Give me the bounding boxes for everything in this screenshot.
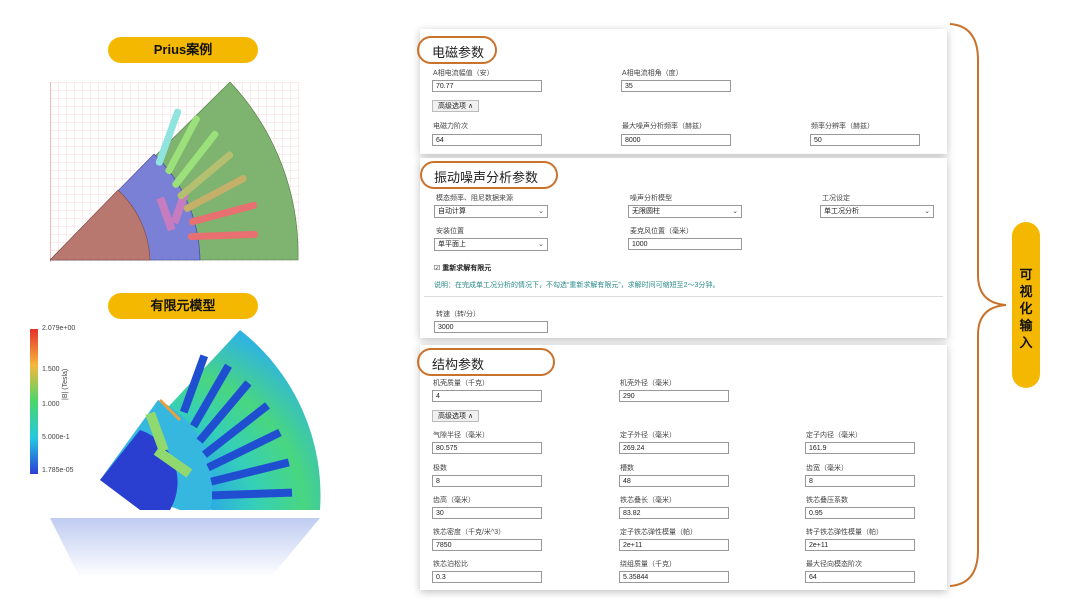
field-label: 工况设定 xyxy=(822,195,850,202)
fem-reflection xyxy=(50,518,320,578)
color-bar xyxy=(30,329,38,474)
speed-input[interactable]: 3000 xyxy=(434,321,548,333)
current-amplitude-input[interactable]: 70.77 xyxy=(432,80,542,92)
condition-select[interactable]: 单工况分析 ⌄ xyxy=(820,205,934,218)
field-label: 槽数 xyxy=(620,465,634,472)
field-label: 电磁力阶次 xyxy=(433,123,468,130)
force-order-input[interactable]: 64 xyxy=(432,134,542,146)
colorbar-tick: 1.500 xyxy=(42,366,60,373)
struct-input[interactable]: 7850 xyxy=(432,539,542,551)
struct-input[interactable]: 5.35844 xyxy=(619,571,729,583)
field-label: 气隙半径（毫米） xyxy=(433,432,489,439)
field-label: 铁芯密度（千克/米^3） xyxy=(433,529,506,536)
field-label: 麦克风位置（毫米） xyxy=(630,228,693,235)
current-phase-input[interactable]: 35 xyxy=(621,80,731,92)
vib-title: 振动噪声分析参数 xyxy=(434,170,539,185)
field-label: 最大径向模态阶次 xyxy=(806,561,862,568)
field-label: 安装位置 xyxy=(436,228,464,235)
field-label: 转速（转/分） xyxy=(436,311,480,318)
struct-input[interactable]: 48 xyxy=(619,475,729,487)
field-label: 齿宽（毫米） xyxy=(806,465,848,472)
housing-mass-input[interactable]: 4 xyxy=(432,390,542,402)
struct-input[interactable]: 30 xyxy=(432,507,542,519)
chevron-down-icon: ⌄ xyxy=(538,208,544,215)
struct-input[interactable]: 80.575 xyxy=(432,442,542,454)
max-noise-freq-input[interactable]: 8000 xyxy=(621,134,731,146)
modal-source-select[interactable]: 自动计算 ⌄ xyxy=(434,205,548,218)
divider xyxy=(424,296,943,297)
prius-label: Prius案例 xyxy=(108,37,258,63)
right-brace xyxy=(949,23,1007,587)
chevron-down-icon: ⌄ xyxy=(732,208,738,215)
struct-input[interactable]: 8 xyxy=(432,475,542,487)
mic-position-input[interactable]: 1000 xyxy=(628,238,742,250)
colorbar-tick: 1.000 xyxy=(42,401,60,408)
field-label: 铁芯泊松比 xyxy=(433,561,468,568)
housing-od-input[interactable]: 290 xyxy=(619,390,729,402)
struct-input[interactable]: 161.9 xyxy=(805,442,915,454)
chevron-down-icon: ⌄ xyxy=(924,208,930,215)
noise-model-select[interactable]: 无限圆柱 ⌄ xyxy=(628,205,742,218)
field-label: 绕组质量（千克） xyxy=(620,561,676,568)
field-label: 齿高（毫米） xyxy=(433,497,475,504)
struct-input[interactable]: 8 xyxy=(805,475,915,487)
side-char: 入 xyxy=(1019,335,1033,350)
colorbar-tick: 5.000e-1 xyxy=(42,434,70,441)
select-value: 无限圆柱 xyxy=(632,208,660,215)
advanced-options-button[interactable]: 高级选项 ∧ xyxy=(432,100,480,112)
field-label: A相电流幅值（安） xyxy=(433,70,494,77)
chevron-down-icon: ⌄ xyxy=(538,241,544,248)
struct-title: 结构参数 xyxy=(432,357,485,372)
visual-input-label: 可 视 化 输 入 xyxy=(1012,222,1040,388)
em-title: 电磁参数 xyxy=(432,45,485,60)
field-label: 铁芯叠压系数 xyxy=(806,497,848,504)
fem-label: 有限元模型 xyxy=(108,293,258,319)
field-label: 模态频率、阻尼数据来源 xyxy=(436,195,513,202)
field-label: 最大噪声分析频率（赫兹） xyxy=(622,123,706,130)
field-label: 定子铁芯弹性模量（帕） xyxy=(620,529,697,536)
recalc-fem-checkbox[interactable]: ☑ 重新求解有限元 xyxy=(434,263,491,273)
field-label: 机壳外径（毫米） xyxy=(620,380,676,387)
field-label: 铁芯叠长（毫米） xyxy=(620,497,676,504)
struct-input[interactable]: 269.24 xyxy=(619,442,729,454)
field-label: 定子内径（毫米） xyxy=(806,432,862,439)
struct-input[interactable]: 83.82 xyxy=(619,507,729,519)
struct-input[interactable]: 64 xyxy=(805,571,915,583)
struct-input[interactable]: 0.95 xyxy=(805,507,915,519)
field-label: 定子外径（毫米） xyxy=(620,432,676,439)
struct-input[interactable]: 2e+11 xyxy=(805,539,915,551)
advanced-options-button[interactable]: 高级选项 ∧ xyxy=(432,410,480,422)
field-label: 转子铁芯弹性模量（帕） xyxy=(806,529,883,536)
field-label: 机壳质量（千克） xyxy=(433,380,489,387)
struct-input[interactable]: 0.3 xyxy=(432,571,542,583)
colorbar-tick: 1.785e-05 xyxy=(42,467,74,474)
select-value: 单工况分析 xyxy=(824,208,859,215)
motor-cross-section xyxy=(50,82,300,262)
struct-input[interactable]: 2e+11 xyxy=(619,539,729,551)
select-value: 单平面上 xyxy=(438,241,466,248)
field-label: 噪声分析模型 xyxy=(630,195,672,202)
freq-resolution-input[interactable]: 50 xyxy=(810,134,920,146)
select-value: 自动计算 xyxy=(438,208,466,215)
colorbar-axis-label: |B| (Tesla) xyxy=(62,368,69,400)
fem-field-plot xyxy=(100,330,321,510)
field-label: 频率分辨率（赫兹） xyxy=(811,123,874,130)
struct-panel xyxy=(420,345,947,590)
field-label: A相电流相角（度） xyxy=(622,70,683,77)
mount-position-select[interactable]: 单平面上 ⌄ xyxy=(434,238,548,251)
recalc-note: 说明：在完成单工况分析的情况下，不勾选“重新求解有限元”，求解时间可缩短至2～3… xyxy=(434,282,720,289)
field-label: 极数 xyxy=(433,465,447,472)
colorbar-tick: 2.079e+00 xyxy=(42,325,76,332)
